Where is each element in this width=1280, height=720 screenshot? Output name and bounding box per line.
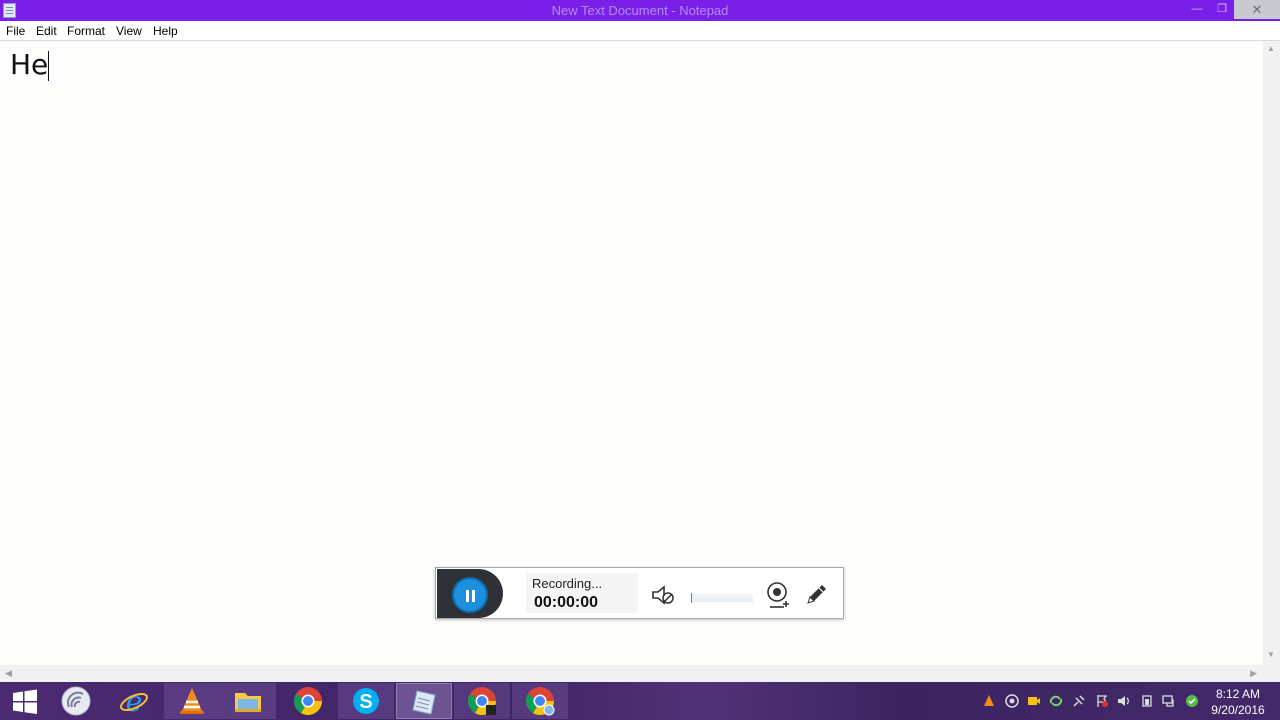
menu-format[interactable]: Format — [64, 23, 108, 39]
title-bar: New Text Document - Notepad — ❐ ✕ — [0, 0, 1280, 21]
svg-text:S: S — [359, 691, 372, 713]
taskbar-clock[interactable]: 8:12 AM 9/20/2016 — [1208, 686, 1268, 718]
svg-text:e: e — [126, 685, 143, 717]
power-plug-icon[interactable] — [1140, 694, 1154, 708]
minimize-button[interactable]: — — [1184, 0, 1210, 19]
restore-button[interactable]: ❐ — [1210, 0, 1234, 19]
security-tray-icon[interactable] — [1185, 694, 1199, 708]
windows-logo-icon — [13, 689, 37, 714]
action-center-flag-icon[interactable] — [1095, 694, 1109, 708]
menu-help[interactable]: Help — [150, 23, 181, 39]
taskbar-torrent[interactable] — [48, 683, 104, 719]
pause-recording-button[interactable] — [452, 577, 488, 613]
vertical-scrollbar[interactable]: ▲ ▼ — [1263, 41, 1280, 665]
camera-tray-icon[interactable] — [1027, 694, 1041, 708]
sync-tray-icon[interactable] — [1049, 694, 1063, 708]
close-button[interactable]: ✕ — [1234, 0, 1280, 19]
scroll-up-icon[interactable]: ▲ — [1267, 44, 1275, 53]
menu-file[interactable]: File — [3, 23, 28, 39]
recording-timer: 00:00:00 — [534, 594, 599, 611]
taskbar-notepad[interactable] — [396, 683, 452, 719]
clock-time: 8:12 AM — [1215, 687, 1261, 701]
torrent-tray-icon[interactable] — [1005, 694, 1019, 708]
recording-toolbar: Recording... 00:00:00 — [435, 567, 844, 619]
scroll-right-icon[interactable]: ▶ — [1250, 668, 1257, 679]
folder-icon — [235, 693, 261, 712]
webcam-add-icon[interactable] — [766, 581, 792, 609]
menu-edit[interactable]: Edit — [33, 23, 60, 39]
menu-view[interactable]: View — [113, 23, 145, 39]
taskbar-skype[interactable]: S — [338, 683, 394, 719]
scroll-down-icon[interactable]: ▼ — [1267, 650, 1275, 659]
network-tools-tray-icon[interactable] — [1072, 694, 1086, 708]
network-icon[interactable] — [1162, 694, 1176, 708]
audio-level-indicator — [691, 593, 692, 603]
scrollbar-corner — [1263, 665, 1280, 682]
taskbar-chrome-profile[interactable] — [512, 683, 568, 719]
window-title: New Text Document - Notepad — [551, 3, 729, 18]
menu-bar: File Edit Format View Help — [0, 21, 1280, 41]
pencil-icon[interactable] — [803, 582, 829, 608]
speaker-muted-icon[interactable] — [650, 583, 676, 607]
chrome-icon — [526, 687, 555, 716]
chrome-icon — [468, 687, 496, 715]
ie-icon: e — [120, 685, 148, 717]
taskbar: e S 8:12 AM 9/20/2016 — [0, 682, 1280, 720]
editor-content: He — [10, 48, 49, 81]
recording-status-box: Recording... 00:00:00 — [526, 573, 638, 613]
notepad-icon — [412, 690, 436, 715]
taskbar-internet-explorer[interactable]: e — [106, 683, 162, 719]
chrome-icon — [294, 687, 322, 715]
audio-level-meter[interactable] — [691, 594, 753, 602]
horizontal-scrollbar[interactable]: ◀ ▶ — [0, 665, 1263, 682]
taskbar-chrome[interactable] — [280, 683, 336, 719]
taskbar-chrome-window[interactable] — [454, 683, 510, 719]
torrent-icon — [61, 686, 91, 716]
recorder-control-area — [437, 569, 503, 618]
taskbar-file-explorer[interactable] — [220, 683, 276, 719]
taskbar-vlc[interactable] — [164, 683, 220, 719]
skype-icon: S — [353, 688, 379, 714]
vlc-icon — [180, 688, 204, 714]
recording-status: Recording... — [532, 576, 603, 591]
scroll-left-icon[interactable]: ◀ — [5, 668, 12, 679]
text-caret — [48, 51, 49, 81]
clock-date: 9/20/2016 — [1211, 703, 1265, 717]
vlc-tray-icon[interactable] — [982, 694, 996, 708]
volume-icon[interactable] — [1117, 694, 1131, 708]
